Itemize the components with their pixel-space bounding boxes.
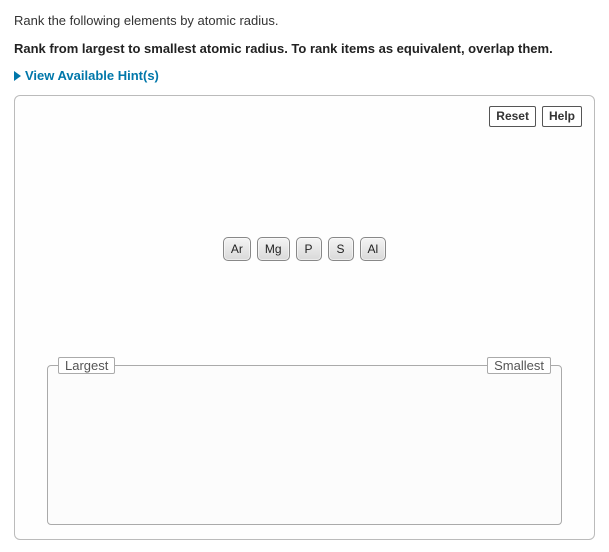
ranking-workspace: Reset Help Ar Mg P S Al Largest Smallest — [14, 95, 595, 540]
draggable-tiles-area: Ar Mg P S Al — [27, 237, 582, 261]
help-button[interactable]: Help — [542, 106, 582, 126]
element-tile[interactable]: Al — [360, 237, 387, 261]
view-hints-toggle[interactable]: View Available Hint(s) — [14, 68, 595, 83]
workspace-toolbar: Reset Help — [27, 106, 582, 126]
question-prompt: Rank the following elements by atomic ra… — [14, 12, 595, 30]
caret-right-icon — [14, 71, 21, 81]
hints-label: View Available Hint(s) — [25, 68, 159, 83]
element-tile[interactable]: Mg — [257, 237, 290, 261]
element-tile[interactable]: P — [296, 237, 322, 261]
element-tile[interactable]: Ar — [223, 237, 251, 261]
element-tile[interactable]: S — [328, 237, 354, 261]
ranking-drop-zone[interactable]: Largest Smallest — [47, 365, 562, 525]
reset-button[interactable]: Reset — [489, 106, 536, 126]
smallest-label: Smallest — [487, 357, 551, 374]
largest-label: Largest — [58, 357, 115, 374]
ranking-instruction: Rank from largest to smallest atomic rad… — [14, 40, 595, 58]
